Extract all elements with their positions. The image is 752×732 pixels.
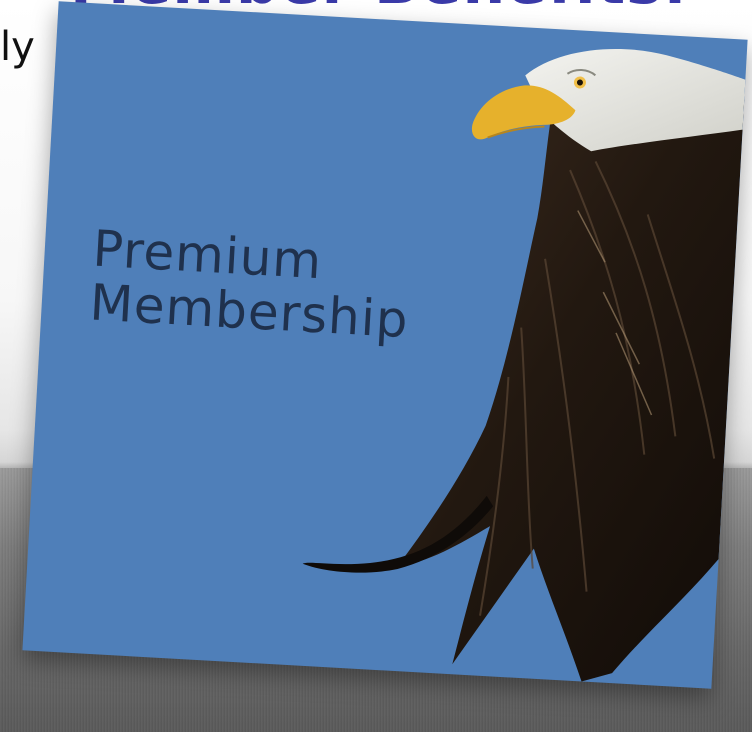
premium-membership-label: Premium Membership [88,220,413,350]
premium-membership-card-image: Premium Membership [22,1,748,689]
slide-body-text-fragment: ly [0,24,35,70]
